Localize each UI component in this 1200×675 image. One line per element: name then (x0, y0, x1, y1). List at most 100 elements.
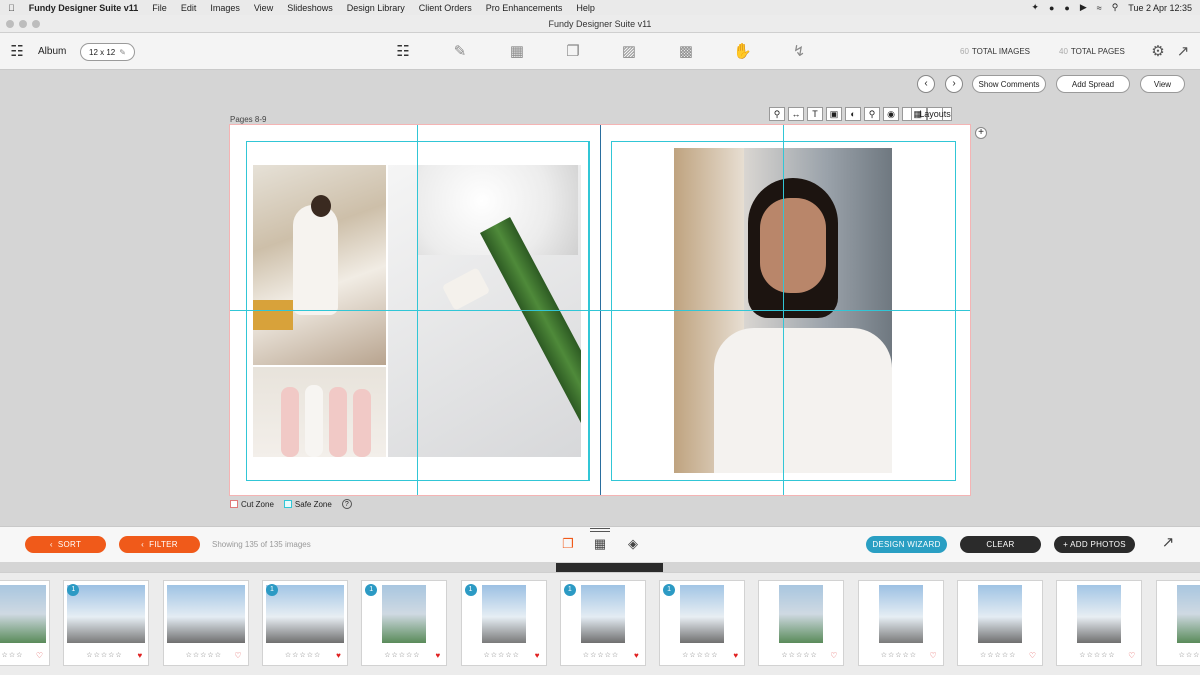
heart-icon[interactable]: ♥ (435, 651, 440, 660)
heart-icon[interactable]: ♡ (1128, 651, 1135, 660)
add-photos-button[interactable]: + ADD PHOTOS (1054, 536, 1135, 553)
menu-design-library[interactable]: Design Library (347, 3, 405, 13)
heart-icon[interactable]: ♡ (930, 651, 937, 660)
add-page-icon[interactable]: + (975, 127, 987, 139)
clear-button[interactable]: CLEAR (960, 536, 1041, 553)
sort-button[interactable]: ‹ SORT (25, 536, 106, 553)
size-selector[interactable]: 12 x 12 ✎ (80, 43, 135, 61)
menu-edit[interactable]: Edit (181, 3, 197, 13)
clock-text[interactable]: Tue 2 Apr 12:35 (1128, 3, 1192, 13)
design-wizard-button[interactable]: DESIGN WIZARD (866, 536, 947, 553)
heart-icon[interactable]: ♥ (634, 651, 639, 660)
star-rating[interactable]: ☆☆☆☆☆ (980, 651, 1016, 659)
stack-icon[interactable]: ❐ (559, 535, 577, 553)
heart-icon[interactable]: ♡ (830, 651, 837, 660)
star-rating[interactable]: ☆☆☆☆☆ (484, 651, 520, 659)
menu-images[interactable]: Images (210, 3, 240, 13)
star-rating[interactable]: ☆☆☆☆☆ (881, 651, 917, 659)
close-window-button[interactable] (6, 20, 14, 28)
lightning-icon[interactable]: ↯ (790, 43, 808, 61)
thumbnail[interactable]: ☆☆☆☆☆♡ (1155, 580, 1200, 666)
thumbnail[interactable]: ☆☆☆☆☆ ♡ (957, 580, 1043, 666)
expand-icon[interactable]: ↗ (1159, 534, 1177, 552)
status-icon[interactable]: ● (1064, 3, 1069, 13)
album-spread[interactable] (229, 124, 971, 496)
apple-icon[interactable]:  (8, 3, 15, 13)
heart-icon[interactable]: ♥ (535, 651, 540, 660)
safe-zone-toggle[interactable]: Safe Zone (283, 500, 332, 509)
thumbnail[interactable]: 1 ☆☆☆☆☆ ♥ (361, 580, 448, 666)
wall-art-icon[interactable]: ▦ (508, 43, 526, 61)
thumbnail[interactable]: 1 ☆☆☆☆☆ ♥ (460, 580, 547, 666)
star-rating[interactable]: ☆☆☆☆☆ (186, 651, 222, 659)
search-icon[interactable]: ⚲ (1112, 2, 1119, 13)
sync-icon[interactable]: ⚙ (1149, 43, 1167, 61)
layouts-button[interactable]: ▦ Layouts (902, 107, 952, 121)
heart-icon[interactable]: ♡ (1029, 651, 1036, 660)
cards-icon[interactable]: ❐ (564, 43, 582, 61)
photo-bride-makeup[interactable] (253, 165, 386, 365)
album-design-icon[interactable]: ☷ (394, 43, 412, 61)
hand-icon[interactable]: ✋ (733, 43, 752, 61)
star-rating[interactable]: ☆☆☆☆☆ (86, 651, 122, 659)
zoom-icon[interactable]: ⚲ (769, 107, 785, 121)
minimize-window-button[interactable] (19, 20, 27, 28)
thumbnail[interactable]: 1 ☆☆☆☆☆ ♥ (659, 580, 746, 666)
drag-handle[interactable] (590, 528, 610, 532)
proofing-icon[interactable]: ✎ (451, 43, 469, 61)
star-rating[interactable]: ☆☆☆☆☆ (1079, 651, 1115, 659)
shadow-icon[interactable]: ▣ (826, 107, 842, 121)
thumbnail[interactable]: ☆☆☆☆☆ ♡ (162, 580, 249, 666)
menu-view[interactable]: View (254, 3, 273, 13)
zoom-window-button[interactable] (32, 20, 40, 28)
heart-icon[interactable]: ♡ (36, 651, 43, 660)
menu-client-orders[interactable]: Client Orders (419, 3, 472, 13)
menu-help[interactable]: Help (576, 3, 595, 13)
thumbnail[interactable]: ☆☆☆☆☆ ♡ (1056, 580, 1143, 666)
view-button[interactable]: View (1140, 75, 1185, 93)
next-spread-button[interactable]: › (945, 75, 963, 93)
swap-icon[interactable]: ↔ (788, 107, 804, 121)
prev-spread-button[interactable]: ‹ (917, 75, 935, 93)
strip-scroll-handle[interactable] (556, 563, 663, 572)
thumbnail[interactable]: ☆☆☆☆☆ ♡ (0, 580, 50, 666)
heart-icon[interactable]: ♥ (733, 651, 738, 660)
layout-icon[interactable]: ▩ (677, 43, 695, 61)
thumbnail[interactable]: ☆☆☆☆☆ ♡ (857, 580, 944, 666)
studio-icon[interactable]: ▨ (620, 43, 638, 61)
menu-app-name[interactable]: Fundy Designer Suite v11 (29, 3, 139, 13)
text-icon[interactable]: T (807, 107, 823, 121)
filter-button[interactable]: ‹ FILTER (119, 536, 200, 553)
pin-icon[interactable]: ⚲ (864, 107, 880, 121)
star-rating[interactable]: ☆☆☆☆☆ (682, 651, 718, 659)
photo-bridesmaids[interactable] (253, 367, 386, 457)
heart-icon[interactable]: ♥ (336, 651, 341, 660)
status-icon[interactable]: ● (1049, 3, 1054, 13)
layers-icon[interactable]: ◈ (624, 535, 642, 553)
star-rating[interactable]: ☆☆☆☆☆ (384, 651, 420, 659)
checker-icon[interactable]: ▦ (591, 535, 609, 553)
heart-icon[interactable]: ♥ (138, 651, 143, 660)
thumbnail[interactable]: 1 ☆☆☆☆☆ ♥ (63, 580, 150, 666)
help-icon[interactable]: ? (341, 499, 352, 509)
menu-pro-enhancements[interactable]: Pro Enhancements (486, 3, 563, 13)
thumbnail[interactable]: ☆☆☆☆☆ ♡ (758, 580, 845, 666)
status-icon[interactable]: ✦ (1031, 2, 1039, 13)
menu-file[interactable]: File (152, 3, 167, 13)
heart-icon[interactable]: ♡ (234, 651, 241, 660)
star-rating[interactable]: ☆☆☆☆☆ (285, 651, 321, 659)
add-spread-button[interactable]: Add Spread (1056, 75, 1130, 93)
thumbnail[interactable]: 1 ☆☆☆☆☆ ♥ (261, 580, 348, 666)
star-rating[interactable]: ☆☆☆☆☆ (1179, 651, 1200, 659)
eye-icon[interactable]: ◉ (883, 107, 899, 121)
wifi-icon[interactable]: ≈ (1097, 3, 1102, 13)
cut-zone-toggle[interactable]: Cut Zone (230, 500, 274, 509)
color-icon[interactable]: ◐ (845, 107, 861, 121)
star-rating[interactable]: ☆☆☆☆☆ (781, 651, 817, 659)
show-comments-button[interactable]: Show Comments (972, 75, 1046, 93)
play-icon[interactable]: ▶ (1080, 2, 1087, 13)
thumbnail[interactable]: 1 ☆☆☆☆☆ ♥ (559, 580, 646, 666)
product-label[interactable]: Album (38, 46, 66, 57)
album-icon[interactable]: ☷ (8, 43, 26, 61)
star-rating[interactable]: ☆☆☆☆☆ (0, 651, 23, 659)
